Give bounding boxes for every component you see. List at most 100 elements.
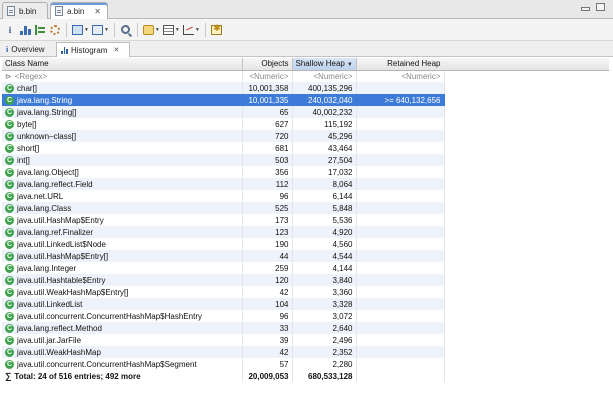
class-icon: C	[5, 359, 14, 369]
column-header-shallow-heap[interactable]: Shallow Heap ▼	[292, 58, 357, 71]
cell-shallow-heap: 4,144	[292, 262, 357, 274]
filter-cell-retained-heap[interactable]: <Numeric>	[356, 70, 445, 82]
tab-overview[interactable]: i Overview	[2, 42, 54, 57]
info-icon[interactable]: i	[4, 23, 16, 37]
class-icon: C	[5, 299, 14, 309]
class-name-wrapper: Cjava.util.WeakHashMap$Entry[]	[5, 287, 239, 297]
table-row[interactable]: Cjava.util.WeakHashMap 42 2,352	[2, 346, 445, 358]
total-label-wrapper: ∑ Total: 24 of 516 entries; 492 more	[5, 371, 239, 381]
table-row[interactable]: Cjava.lang.String[] 65 40,002,232	[2, 106, 445, 118]
column-header-class-name[interactable]: Class Name	[2, 58, 243, 71]
table-row[interactable]: Cjava.util.jar.JarFile 39 2,496	[2, 334, 445, 346]
toolbar-separator	[136, 22, 138, 37]
class-name-text: java.lang.Integer	[17, 263, 77, 273]
cell-retained-heap	[356, 178, 445, 190]
table-row[interactable]: Cjava.util.LinkedList$Node 190 4,560	[2, 238, 445, 250]
cell-class-name: Cjava.lang.reflect.Method	[2, 322, 243, 334]
cell-retained-heap	[356, 166, 445, 178]
cell-retained-heap	[356, 130, 445, 142]
column-header-retained-heap[interactable]: Retained Heap	[356, 58, 445, 71]
table-row[interactable]: Cjava.lang.reflect.Method 33 2,640	[2, 322, 445, 334]
query-browser-icon[interactable]: ▼	[72, 23, 89, 37]
cell-shallow-heap: 2,280	[292, 358, 357, 370]
table-row[interactable]: Cjava.util.concurrent.ConcurrentHashMap$…	[2, 358, 445, 370]
class-name-wrapper: Cjava.util.concurrent.ConcurrentHashMap$…	[5, 359, 239, 369]
cell-shallow-heap: 17,032	[292, 166, 357, 178]
class-icon: C	[5, 95, 14, 105]
table-row[interactable]: Cjava.util.LinkedList 104 3,328	[2, 298, 445, 310]
tab-histogram[interactable]: Histogram ✕	[56, 42, 130, 57]
cell-retained-heap	[356, 274, 445, 286]
table-row[interactable]: Cjava.lang.Integer 259 4,144	[2, 262, 445, 274]
table-row[interactable]: Cjava.util.concurrent.ConcurrentHashMap$…	[2, 310, 445, 322]
table-row[interactable]: Cjava.net.URL 96 6,144	[2, 190, 445, 202]
class-name-text: byte[]	[17, 119, 37, 129]
minimize-icon[interactable]	[581, 7, 590, 11]
class-icon: C	[5, 155, 14, 165]
table-row[interactable]: Cshort[] 681 43,464	[2, 142, 445, 154]
cell-objects: 39	[242, 334, 293, 346]
filter-cell-shallow-heap[interactable]: <Numeric>	[292, 70, 357, 82]
dominator-tree-icon[interactable]	[34, 23, 46, 37]
cell-retained-heap	[356, 346, 445, 358]
tab-label: Histogram	[71, 45, 108, 55]
filter-cell-objects[interactable]: <Numeric>	[242, 70, 293, 82]
gear-icon[interactable]	[49, 23, 61, 37]
cell-shallow-heap: 5,536	[292, 214, 357, 226]
cell-class-name: Cjava.util.HashMap$Entry	[2, 214, 243, 226]
class-name-wrapper: Cjava.util.LinkedList$Node	[5, 239, 239, 249]
histogram-icon[interactable]	[19, 23, 31, 37]
table-row[interactable]: Cjava.util.WeakHashMap$Entry[] 42 3,360	[2, 286, 445, 298]
cell-shallow-heap: 8,064	[292, 178, 357, 190]
cell-objects: 104	[242, 298, 293, 310]
heap-dump-icon[interactable]: ▼	[142, 23, 160, 37]
class-name-wrapper: Cunknown–class[]	[5, 131, 239, 141]
table-icon[interactable]: ▼	[162, 23, 180, 37]
cell-shallow-heap: 27,504	[292, 154, 357, 166]
cell-objects: 681	[242, 142, 293, 154]
class-icon: C	[5, 263, 14, 273]
class-name-wrapper: Cjava.lang.Object[]	[5, 167, 239, 177]
run-report-icon[interactable]: ▼	[91, 23, 109, 37]
cell-objects: 10,001,358	[242, 82, 293, 94]
cell-total-retained-heap	[356, 370, 445, 382]
cell-class-name: Cbyte[]	[2, 118, 243, 130]
close-icon[interactable]: ✕	[94, 7, 101, 16]
cell-retained-heap	[356, 154, 445, 166]
table-row[interactable]: Cjava.lang.ref.Finalizer 123 4,920	[2, 226, 445, 238]
cell-shallow-heap: 4,544	[292, 250, 357, 262]
toolbar-separator	[113, 22, 115, 37]
export-icon[interactable]	[211, 23, 223, 37]
cell-class-name: Cjava.util.Hashtable$Entry	[2, 274, 243, 286]
table-row[interactable]: Cjava.lang.Object[] 356 17,032	[2, 166, 445, 178]
editor-tab-b-bin[interactable]: b.bin	[2, 2, 48, 19]
class-name-wrapper: Cjava.lang.String[]	[5, 107, 239, 117]
cell-total-label: ∑ Total: 24 of 516 entries; 492 more	[2, 370, 243, 382]
class-name-wrapper: Cbyte[]	[5, 119, 239, 129]
table-row[interactable]: Cjava.lang.reflect.Field 112 8,064	[2, 178, 445, 190]
cell-retained-heap	[356, 190, 445, 202]
table-row[interactable]: Cjava.util.Hashtable$Entry 120 3,840	[2, 274, 445, 286]
cell-retained-heap	[356, 322, 445, 334]
table-row[interactable]: Cjava.lang.Class 525 5,848	[2, 202, 445, 214]
column-header-objects[interactable]: Objects	[242, 58, 293, 71]
chart-icon[interactable]: ▼	[182, 23, 200, 37]
table-row[interactable]: Cjava.util.HashMap$Entry 173 5,536	[2, 214, 445, 226]
cell-retained-heap	[356, 82, 445, 94]
editor-tab-a-bin[interactable]: a.bin ✕	[50, 2, 108, 19]
table-row[interactable]: Cbyte[] 627 115,192	[2, 118, 445, 130]
close-icon[interactable]: ✕	[113, 46, 119, 54]
filter-cell-class-name[interactable]: ⊳ <Regex>	[2, 70, 243, 82]
search-icon[interactable]	[120, 23, 132, 37]
table-row[interactable]: Cint[] 503 27,504	[2, 154, 445, 166]
cell-objects: 112	[242, 178, 293, 190]
table-row[interactable]: Cchar[] 10,001,358 400,135,296	[2, 82, 445, 94]
cell-objects: 10,001,335	[242, 94, 293, 106]
table-row[interactable]: Cjava.lang.String 10,001,335 240,032,040 >=…	[2, 94, 445, 106]
editor-tab-label: a.bin	[67, 6, 85, 16]
class-icon: C	[5, 347, 14, 357]
table-row[interactable]: Cjava.util.HashMap$Entry[] 44 4,544	[2, 250, 445, 262]
table-row[interactable]: Cunknown–class[] 720 45,296	[2, 130, 445, 142]
maximize-icon[interactable]	[596, 3, 605, 11]
cell-objects: 65	[242, 106, 293, 118]
